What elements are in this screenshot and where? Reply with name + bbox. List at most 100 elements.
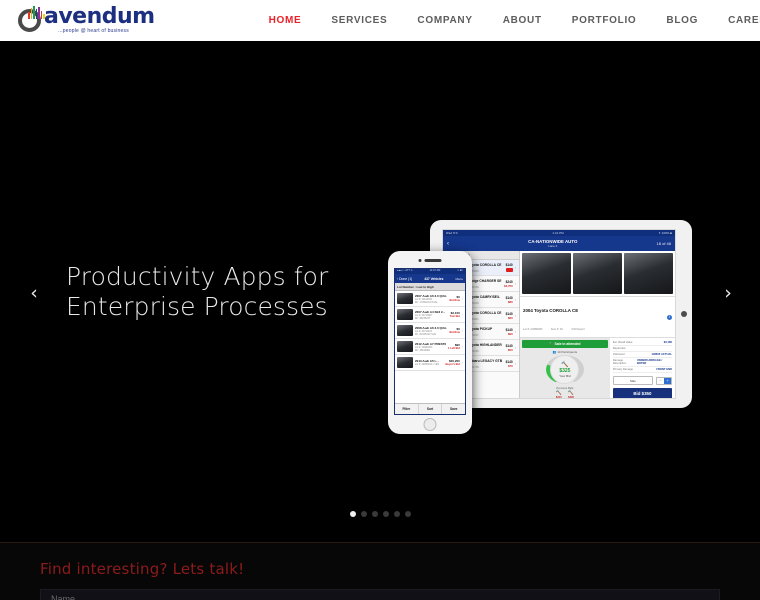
carousel-prev-arrow-icon[interactable]: ‹ xyxy=(21,280,47,306)
tablet-detail-panel: 2004 Toyota COROLLA CE Lot #: 24680963 I… xyxy=(520,251,675,398)
vehicle-price: $140 xyxy=(505,343,513,348)
vehicle-price: $140 xyxy=(505,359,513,364)
carousel-dot-5[interactable] xyxy=(393,511,400,517)
nav-item-home[interactable]: HOME xyxy=(254,0,317,41)
vehicle-mileage: MI : 82445/ACTUAL xyxy=(415,332,437,336)
nav-item-services[interactable]: SERVICES xyxy=(316,0,402,41)
spec-row: Primary Damage FRONT END xyxy=(612,367,672,373)
tablet-screen: iPad ✉ ▾ 1:41 PM ✦ 100% ■ ‹ CA-NATIONWID… xyxy=(442,229,676,399)
phone-speaker-icon xyxy=(418,259,442,262)
phone-screen: ●●●○○ ATT ✈ 11:47 AM ✦ ■□ ‹ Done (1) 437… xyxy=(394,268,466,415)
nav-item-portfolio[interactable]: PORTFOLIO xyxy=(557,0,652,41)
vehicle-bid: $60 xyxy=(507,315,513,320)
place-bid-button[interactable]: Bid $350 xyxy=(612,388,672,398)
spec-key: Damage Description xyxy=(612,359,627,365)
phone-vehicle-list[interactable]: 2007 Audi A6 3.0 QUA... Lot #: 29114841 … xyxy=(395,291,465,403)
max-bid-button[interactable]: Max xyxy=(612,376,654,385)
carousel-next-arrow-icon[interactable]: › xyxy=(715,280,741,306)
stepper-plus-button[interactable]: + xyxy=(664,377,671,384)
vehicle-photo-gallery[interactable] xyxy=(520,251,675,296)
vehicle-thumbnail xyxy=(397,357,413,368)
tablet-status-center: 1:41 PM xyxy=(552,231,564,235)
vehicle-thumbnail xyxy=(397,341,413,352)
hero-carousel: Productivity Apps for Enterprise Process… xyxy=(0,41,760,542)
detail-meta-vin[interactable]: VIN Report xyxy=(571,328,584,331)
hero-title-line1: Productivity Apps for xyxy=(66,262,329,291)
vehicle-thumbnail xyxy=(397,293,413,304)
vehicle-price: $140 xyxy=(505,311,513,316)
tablet-app-subtitle: Lane 4 xyxy=(548,243,558,248)
vehicle-bid: $70 xyxy=(507,363,513,368)
spec-row: Damage Description UNDERCARRIAGE / WATER xyxy=(612,358,672,367)
phone-menu-button[interactable]: Menu xyxy=(455,277,463,281)
phone-nav-bar: ‹ Done (1) 437 Vehicles Menu xyxy=(395,274,465,283)
tablet-status-left: iPad ✉ ▾ xyxy=(446,231,458,235)
previous-bid-amount: $310 xyxy=(555,396,562,399)
spec-key: Est. Retail Value xyxy=(612,341,633,344)
name-input[interactable]: Name xyxy=(40,589,720,600)
spec-value: FRONT END xyxy=(656,368,672,371)
vehicle-thumbnail xyxy=(397,325,413,336)
phone-back-button[interactable]: ‹ Done (1) xyxy=(397,277,412,281)
stepper-minus-button[interactable]: − xyxy=(657,377,665,384)
info-icon[interactable]: i xyxy=(667,314,672,320)
current-bid-label: Your Bid xyxy=(559,373,571,378)
vehicle-title: 2007 Audi A4 SE3 2... xyxy=(415,309,446,314)
vehicle-photo[interactable] xyxy=(573,253,622,294)
tab-sort[interactable]: Sort xyxy=(419,404,443,414)
contact-section: Find interesting? Lets talk! Name xyxy=(0,542,760,600)
chevron-right-icon: › xyxy=(461,344,463,349)
bid-stepper[interactable]: − + xyxy=(656,376,672,385)
vehicle-title: 2007 Audi A6 3.0 QUA... xyxy=(415,293,448,298)
logo-wordmark: avendum xyxy=(44,4,155,29)
carousel-dot-4[interactable] xyxy=(382,511,389,517)
phone-sort-header[interactable]: Lot Number : Low to High xyxy=(395,283,465,291)
list-item[interactable]: 2007 Audi A4 SE3 2... Lot #: 24713907 MI… xyxy=(395,307,465,323)
phone-tab-bar: Filter Sort Save xyxy=(395,403,465,414)
vehicle-bid-status: Bid Now xyxy=(449,299,460,302)
list-item[interactable]: 2008 Audi A6 3.0 QUA... Lot #: 24721116 … xyxy=(395,323,465,339)
list-item[interactable]: 2012 Audi A7 PRESTIG Lot #: 24681963 MI … xyxy=(395,339,465,355)
chevron-right-icon: › xyxy=(514,313,516,318)
contact-heading: Find interesting? Lets talk! xyxy=(40,560,245,578)
vehicle-bid-status: Tom Bid xyxy=(449,315,460,318)
spec-key: Repair Est. xyxy=(612,347,627,350)
page-root: avendum ...people @ heart of business HO… xyxy=(0,0,760,600)
phone-home-button-icon xyxy=(423,418,437,431)
nav-item-company[interactable]: COMPANY xyxy=(402,0,487,41)
site-logo[interactable]: avendum ...people @ heart of business xyxy=(16,4,155,38)
vehicle-bid-status: 1 Left Bid xyxy=(448,347,460,350)
spec-key: Odometer xyxy=(612,353,625,356)
main-navigation: HOME SERVICES COMPANY ABOUT PORTFOLIO BL… xyxy=(254,0,760,41)
tab-save[interactable]: Save xyxy=(442,404,465,414)
detail-car-title: 2004 Toyota COROLLA CE xyxy=(523,308,579,313)
carousel-dot-1[interactable] xyxy=(349,511,356,517)
nav-item-about[interactable]: ABOUT xyxy=(488,0,557,41)
spec-value: UNDERCARRIAGE / WATER xyxy=(636,359,663,365)
tab-filter[interactable]: Filter xyxy=(395,404,419,414)
chevron-right-icon: › xyxy=(461,360,463,365)
bidding-panel: 🔨 Sale in attended 👥 10 Participants 🔨 $… xyxy=(520,338,610,398)
chevron-right-icon: › xyxy=(461,296,463,301)
phone-title: 437 Vehicles xyxy=(424,276,444,281)
nav-item-blog[interactable]: BLOG xyxy=(651,0,713,41)
vehicle-bid-status: Buyer's Bid xyxy=(445,363,460,366)
tablet-back-icon[interactable]: ‹ xyxy=(447,241,449,247)
carousel-dot-6[interactable] xyxy=(404,511,411,517)
vehicle-photo[interactable] xyxy=(522,253,571,294)
vehicle-bid: $4,750 xyxy=(504,283,513,288)
vehicle-price: $140 xyxy=(505,327,513,332)
list-item[interactable]: 2007 Audi A6 3.0 QUA... Lot #: 29114841 … xyxy=(395,291,465,307)
vehicle-specs-panel: Est. Retail Value $3,185 Repair Est. Odo… xyxy=(609,338,675,398)
previous-bid-amount: $300 xyxy=(568,396,574,399)
vehicle-title: 2012 Audi A7 PRESTIG xyxy=(415,341,447,346)
list-item[interactable]: 2013 Audi A5 L... Lot #: 24653010 / YES … xyxy=(395,355,465,371)
carousel-dot-3[interactable] xyxy=(371,511,378,517)
vehicle-photo[interactable] xyxy=(624,253,673,294)
previous-bid-item: 🔨 $300 xyxy=(568,391,574,399)
nav-item-careers[interactable]: CAREERS xyxy=(713,0,760,41)
logo-ring-icon xyxy=(16,6,45,34)
vehicle-mileage: MI : 170542/ACTUAL xyxy=(415,300,438,304)
carousel-dot-2[interactable] xyxy=(360,511,367,517)
vehicle-bid-bar xyxy=(505,268,513,272)
